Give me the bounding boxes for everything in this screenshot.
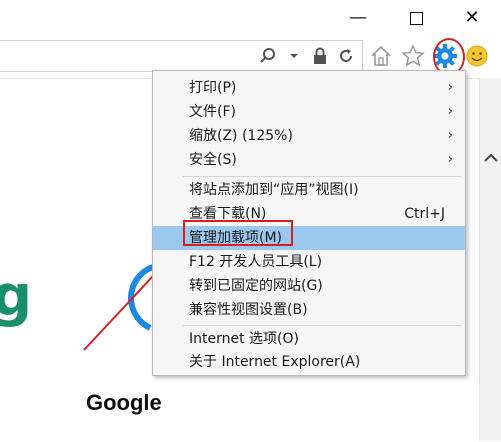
menu-item-zoom[interactable]: 缩放(Z) (125%) › bbox=[153, 124, 465, 148]
submenu-arrow-icon: › bbox=[447, 152, 453, 167]
menu-item-safety[interactable]: 安全(S) › bbox=[153, 148, 465, 172]
menu-item-label: 转到已固定的网站(G) bbox=[189, 278, 323, 294]
menu-item-label: 缩放(Z) (125%) bbox=[189, 128, 293, 144]
menu-item-label: 打印(P) bbox=[189, 80, 237, 96]
menu-item-print[interactable]: 打印(P) › bbox=[153, 76, 465, 100]
menu-item-label: 将站点添加到“应用”视图(I) bbox=[189, 182, 359, 198]
menu-item-label: 文件(F) bbox=[189, 104, 236, 120]
menu-item-compat-view[interactable]: 兼容性视图设置(B) bbox=[153, 298, 465, 322]
menu-item-add-site-to-apps[interactable]: 将站点添加到“应用”视图(I) bbox=[153, 178, 465, 202]
menu-item-label: 安全(S) bbox=[189, 152, 237, 168]
menu-item-label: Internet 选项(O) bbox=[189, 331, 299, 347]
menu-item-pinned-sites[interactable]: 转到已固定的网站(G) bbox=[153, 274, 465, 298]
menu-item-label: 关于 Internet Explorer(A) bbox=[189, 354, 361, 370]
menu-item-about-ie[interactable]: 关于 Internet Explorer(A) bbox=[153, 350, 465, 374]
menu-item-shortcut: Ctrl+J bbox=[404, 206, 445, 222]
menu-divider bbox=[183, 176, 461, 177]
menu-item-label: 兼容性视图设置(B) bbox=[189, 302, 308, 318]
submenu-arrow-icon: › bbox=[447, 104, 453, 119]
menu-item-f12-devtools[interactable]: F12 开发人员工具(L) bbox=[153, 250, 465, 274]
menu-item-internet-options[interactable]: Internet 选项(O) bbox=[153, 327, 465, 351]
submenu-arrow-icon: › bbox=[447, 80, 453, 95]
menu-item-label: F12 开发人员工具(L) bbox=[189, 254, 323, 270]
manage-addons-annotation-box bbox=[183, 220, 293, 246]
menu-item-file[interactable]: 文件(F) › bbox=[153, 100, 465, 124]
submenu-arrow-icon: › bbox=[447, 128, 453, 143]
menu-divider bbox=[183, 325, 461, 326]
